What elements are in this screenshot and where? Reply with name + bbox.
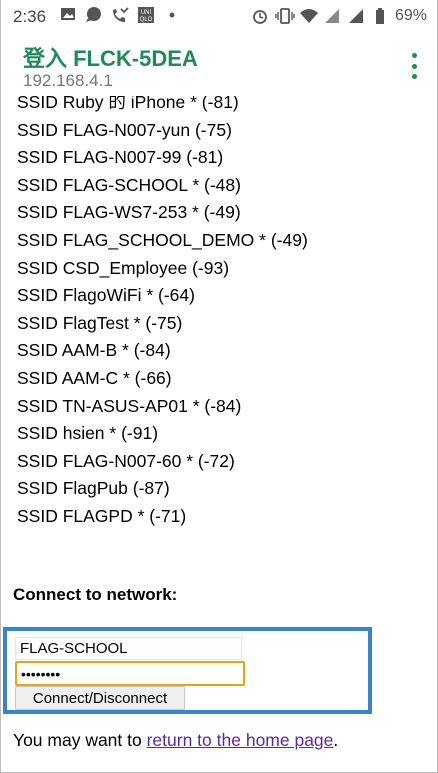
connect-disconnect-button[interactable]: Connect/Disconnect: [15, 686, 185, 710]
network-item: SSID FLAG-SCHOOL * (-48): [17, 174, 241, 195]
page-url: 192.168.4.1: [23, 71, 113, 90]
network-item: SSID FLAG-N007-99 (-81): [17, 147, 224, 168]
uniqlo-icon: UNI QLO: [137, 7, 155, 23]
footer-suffix: .: [333, 730, 339, 750]
signal-icon: [347, 8, 365, 24]
footer-text: You may want to return to the home page.: [13, 730, 338, 751]
network-item: SSID TN-ASUS-AP01 * (-84): [17, 395, 242, 416]
vibrate-icon: [275, 8, 295, 24]
connect-heading: Connect to network:: [13, 585, 178, 604]
status-bar: 2:36 UNI QLO 69%: [1, 0, 437, 33]
status-time: 2:36: [13, 7, 47, 26]
signal-icon: [323, 8, 341, 24]
chat-bubble-icon: [85, 7, 103, 23]
battery-percent: 69%: [394, 7, 427, 24]
network-item: SSID AAM-B * (-84): [17, 340, 171, 361]
battery-icon: [371, 8, 389, 24]
missed-call-icon: [111, 7, 129, 23]
network-item: SSID FLAG_SCHOOL_DEMO * (-49): [17, 229, 308, 250]
overflow-menu-button[interactable]: [409, 53, 419, 79]
network-item: SSID AAM-C * (-66): [17, 367, 172, 388]
page-content[interactable]: SSID Ruby 的 iPhone * (-81) SSID FLAG-N00…: [1, 96, 437, 771]
network-item: SSID FlagTest * (-75): [17, 312, 183, 333]
network-list: SSID Ruby 的 iPhone * (-81) SSID FLAG-N00…: [17, 96, 308, 531]
svg-text:UNI: UNI: [141, 10, 152, 16]
dot-icon: [163, 7, 181, 23]
ssid-input[interactable]: [15, 637, 242, 660]
password-input[interactable]: [15, 661, 245, 686]
menu-dot-icon: [411, 53, 417, 58]
network-item: SSID hsien * (-91): [17, 423, 159, 444]
system-icons: 69%: [251, 7, 427, 25]
network-item: SSID FLAG-N007-60 * (-72): [17, 450, 235, 471]
menu-dot-icon: [411, 63, 417, 69]
network-item: SSID FlagoWiFi * (-64): [17, 285, 195, 306]
notification-icons: UNI QLO: [59, 7, 181, 23]
network-item: SSID FLAG-N007-yun (-75): [17, 119, 232, 140]
footer-prefix: You may want to: [13, 730, 147, 750]
alarm-icon: [251, 8, 269, 24]
network-item: SSID FLAG-WS7-253 * (-49): [17, 202, 241, 223]
network-item: SSID FlagPub (-87): [17, 478, 170, 499]
image-icon: [59, 7, 77, 23]
network-item: SSID FLAGPD * (-71): [17, 505, 187, 526]
network-item: SSID CSD_Employee (-93): [17, 257, 230, 278]
svg-text:QLO: QLO: [140, 17, 153, 23]
page-title: 登入 FLCK-5DEA: [23, 46, 198, 71]
wifi-icon: [299, 8, 318, 24]
app-bar: 登入 FLCK-5DEA 192.168.4.1: [1, 33, 437, 103]
network-item: SSID Ruby 的 iPhone * (-81): [17, 96, 239, 112]
menu-dot-icon: [411, 74, 417, 79]
connect-form: Connect/Disconnect: [3, 627, 372, 714]
home-page-link[interactable]: return to the home page: [147, 730, 334, 750]
